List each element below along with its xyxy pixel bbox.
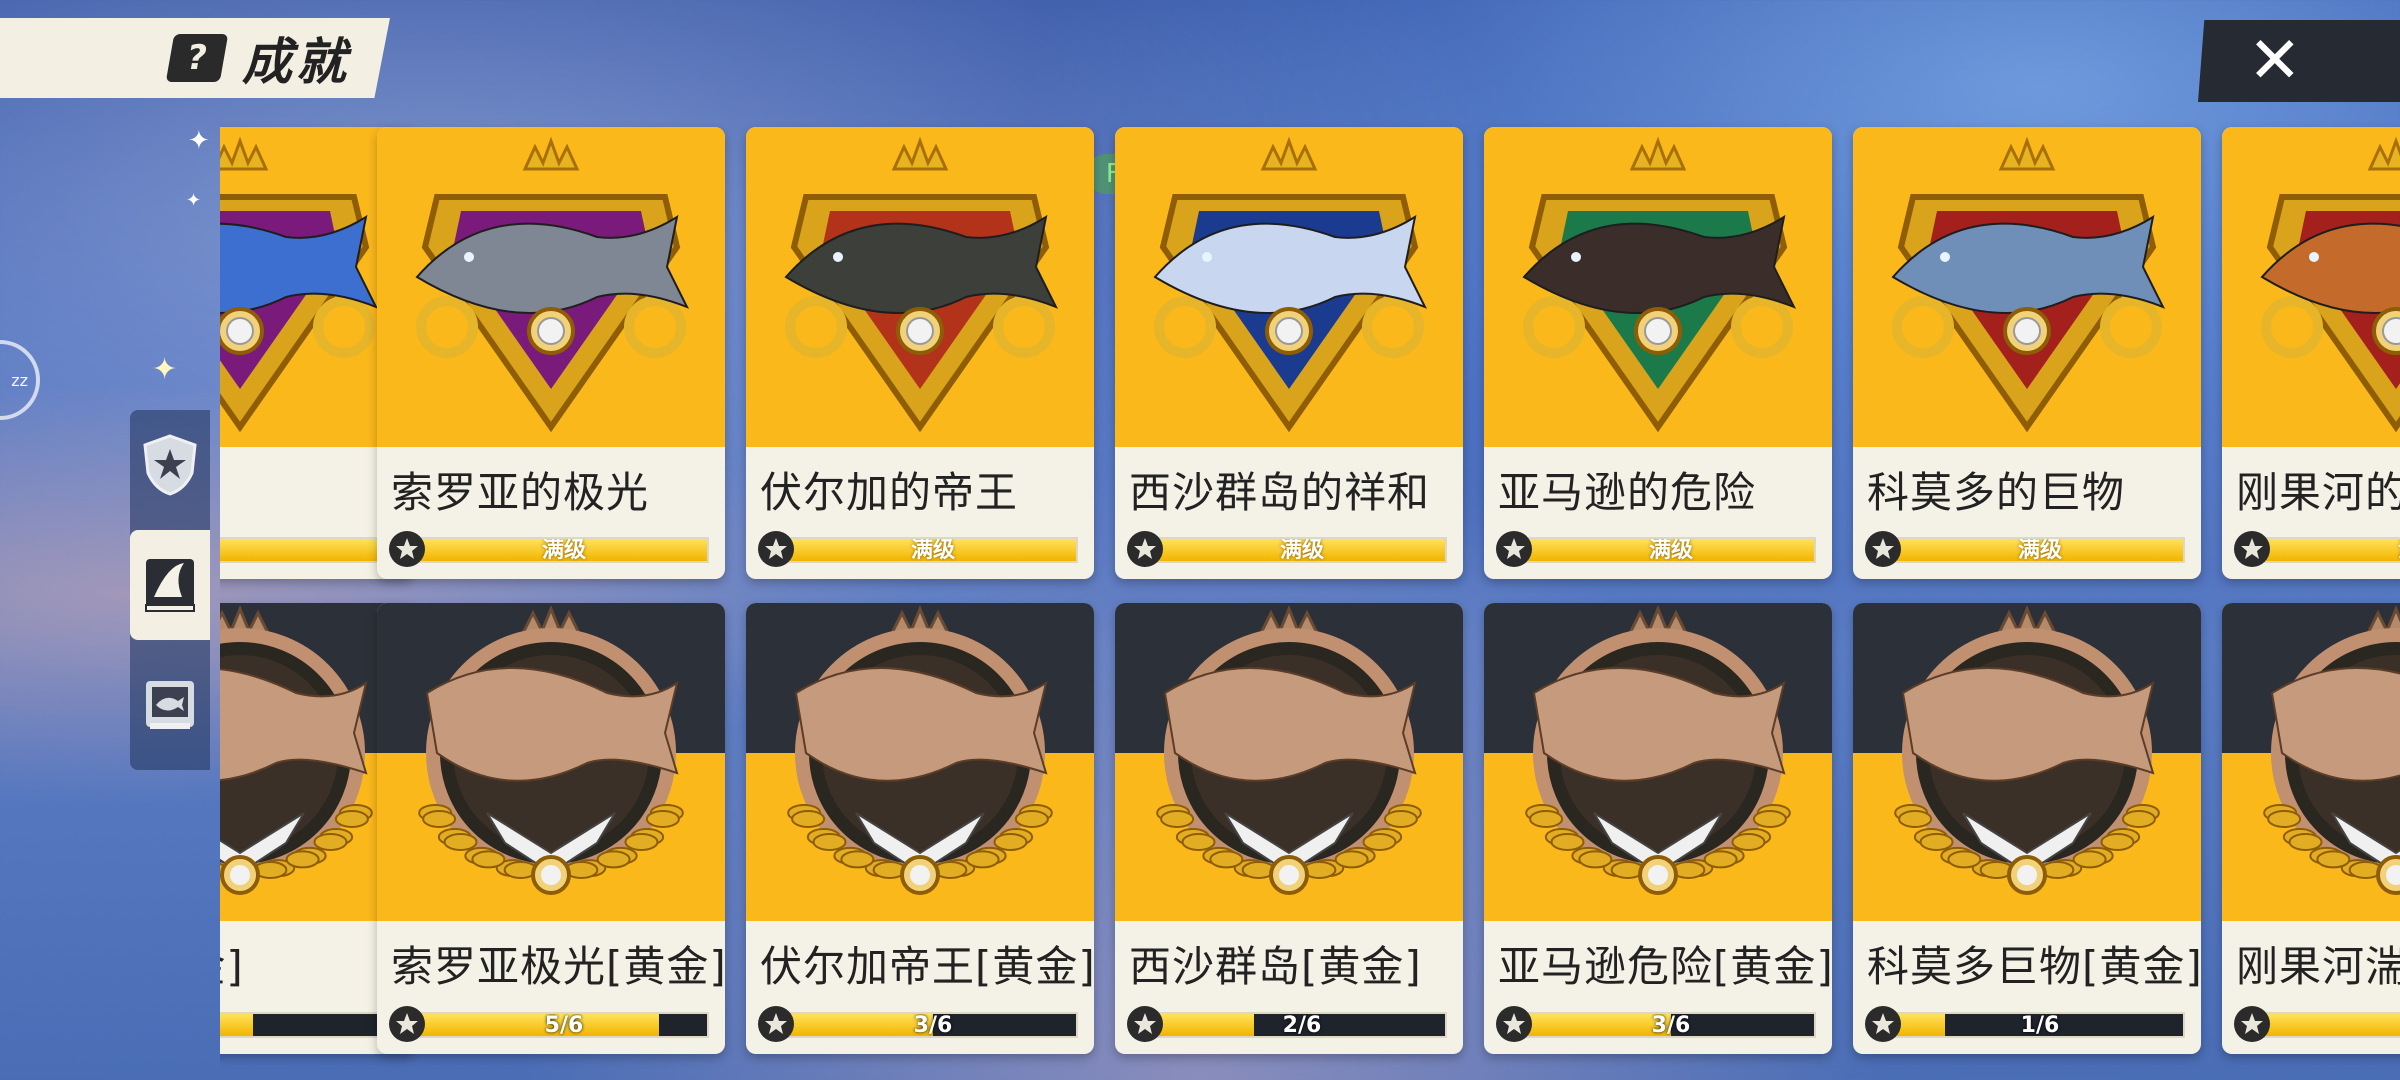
- achievement-card[interactable]: 科莫多巨物[黄金] 1/6: [1853, 603, 2201, 1054]
- achievement-name: 亚马逊的危险: [1498, 468, 1757, 517]
- progress-bar: 2/6: [1127, 1006, 1451, 1042]
- achievement-name: 科莫多巨物[黄金]: [1867, 942, 2201, 991]
- achievement-card[interactable]: 亚马逊危险[黄金] 3/6: [1484, 603, 1832, 1054]
- progress-bar: [220, 1006, 402, 1042]
- gold-wreath-medal-image: [1484, 603, 1832, 921]
- achievement-card[interactable]: 伏尔加的帝王满级: [746, 127, 1094, 579]
- star-badge-icon: [389, 1006, 425, 1042]
- fish-medal-image: [1484, 127, 1832, 447]
- tab-fish-achievements[interactable]: [130, 530, 210, 640]
- star-badge-icon: [758, 1006, 794, 1042]
- progress-label: [220, 1014, 396, 1036]
- achievement-name: 伏尔加帝王[黄金]: [760, 942, 1094, 991]
- star-badge-icon: [1496, 531, 1532, 567]
- achievement-name: 伏尔加的帝王: [760, 468, 1019, 517]
- star-badge-icon: [389, 531, 425, 567]
- progress-bar: 满级: [1496, 531, 1820, 567]
- progress-label: 满级: [2017, 538, 2062, 563]
- progress-label: 满级: [1648, 538, 1693, 563]
- achievement-name: 刚果河湍: [2236, 942, 2400, 991]
- achievement-card[interactable]: 索罗亚极光[黄金] 5/6: [377, 603, 725, 1054]
- achievement-card[interactable]: 刚果河的满: [2222, 127, 2400, 579]
- progress-label: [220, 539, 396, 561]
- gold-wreath-medal-image: [2222, 603, 2400, 921]
- sparkle-icon: ✦: [152, 352, 178, 387]
- progress-label: 2/6: [1282, 1013, 1322, 1038]
- achievement-card[interactable]: 西沙群岛[黄金] 2/6: [1115, 603, 1463, 1054]
- tab-achievements-overview[interactable]: [130, 410, 210, 520]
- achievement-name: 索罗亚极光[黄金]: [391, 942, 725, 991]
- tab-collection[interactable]: [130, 650, 210, 760]
- progress-bar: 满级: [758, 531, 1082, 567]
- achievement-name: 刚果河的: [2236, 468, 2400, 517]
- star-shield-icon: [143, 434, 197, 496]
- fish-book-icon: [146, 681, 194, 729]
- star-badge-icon: [2234, 1006, 2270, 1042]
- progress-label: 满: [2266, 539, 2400, 561]
- achievement-name: 西沙群岛的祥和: [1129, 468, 1431, 517]
- achievement-card[interactable]: 索罗亚的极光满级: [377, 127, 725, 579]
- star-badge-icon: [1865, 531, 1901, 567]
- progress-bar: 3: [2234, 1006, 2400, 1042]
- progress-bar: 1/6: [1865, 1006, 2189, 1042]
- progress-label: 满级: [910, 538, 955, 563]
- achievement-name: 索罗亚的极光: [391, 468, 650, 517]
- fish-medal-image: [377, 127, 725, 447]
- sparkle-icon: ✦: [188, 126, 210, 156]
- progress-bar: 满: [2234, 531, 2400, 567]
- progress-label: 3/6: [1651, 1013, 1691, 1038]
- gold-wreath-medal-image: [746, 603, 1094, 921]
- star-badge-icon: [758, 531, 794, 567]
- progress-label: 3/6: [913, 1013, 953, 1038]
- gold-wreath-medal-image: [1115, 603, 1463, 921]
- fish-medal-image: [1115, 127, 1463, 447]
- achievement-card[interactable]: 伏尔加帝王[黄金] 3/6: [746, 603, 1094, 1054]
- achievement-card[interactable]: 西沙群岛的祥和满级: [1115, 127, 1463, 579]
- star-badge-icon: [1127, 1006, 1163, 1042]
- fish-medal-image: [2222, 127, 2400, 447]
- progress-bar: 3/6: [1496, 1006, 1820, 1042]
- achievement-card[interactable]: 刚果河湍 3: [2222, 603, 2400, 1054]
- sparkle-icon: ✦: [186, 190, 202, 211]
- progress-label: 满级: [541, 538, 586, 563]
- sleep-icon[interactable]: zz: [0, 340, 40, 420]
- star-badge-icon: [1127, 531, 1163, 567]
- fish-medal-image: [1853, 127, 2201, 447]
- progress-bar: 5/6: [389, 1006, 713, 1042]
- progress-label: 3: [2266, 1014, 2400, 1036]
- achievement-name: 物[黄金]: [220, 942, 244, 991]
- progress-bar: [220, 531, 402, 567]
- fish-medal-image: [746, 127, 1094, 447]
- achievement-name: 亚马逊危险[黄金]: [1498, 942, 1832, 991]
- star-badge-icon: [2234, 531, 2270, 567]
- achievement-card[interactable]: 亚马逊的危险满级: [1484, 127, 1832, 579]
- achievement-card[interactable]: 科莫多的巨物满级: [1853, 127, 2201, 579]
- progress-label: 5/6: [544, 1013, 584, 1038]
- progress-bar: 3/6: [758, 1006, 1082, 1042]
- gold-wreath-medal-image: [377, 603, 725, 921]
- star-badge-icon: [1496, 1006, 1532, 1042]
- question-icon[interactable]: ?: [165, 34, 229, 82]
- side-tab-bar: [130, 410, 210, 770]
- achievement-grid: 坦忧索罗亚的极光满级伏尔加的帝王满级西沙群岛的祥和满级亚马逊的危险满级科莫多的巨…: [220, 0, 2400, 1080]
- progress-label: 1/6: [2020, 1013, 2060, 1038]
- gold-wreath-medal-image: [1853, 603, 2201, 921]
- star-badge-icon: [1865, 1006, 1901, 1042]
- progress-bar: 满级: [389, 531, 713, 567]
- achievement-name: 科莫多的巨物: [1867, 468, 2126, 517]
- achievement-name: 西沙群岛[黄金]: [1129, 942, 1422, 991]
- progress-bar: 满级: [1865, 531, 2189, 567]
- progress-bar: 满级: [1127, 531, 1451, 567]
- fin-book-icon: [145, 559, 195, 612]
- progress-label: 满级: [1279, 538, 1324, 563]
